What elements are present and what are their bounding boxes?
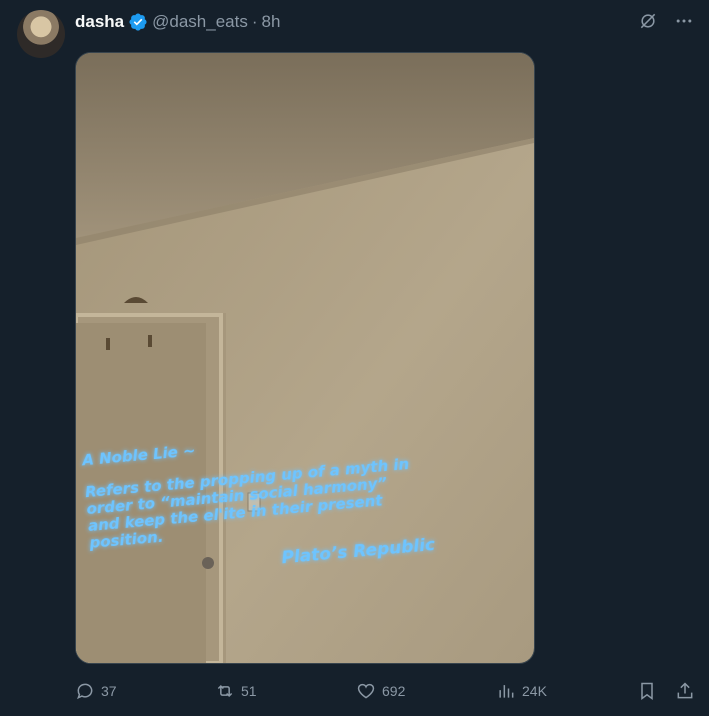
bookmark-button[interactable] [637,678,657,704]
more-icon[interactable] [673,10,695,32]
share-button[interactable] [675,678,695,704]
reply-icon [77,683,93,700]
heart-icon [357,683,375,699]
like-count: 692 [382,683,406,699]
views-button[interactable]: 24K [496,678,547,704]
repost-count: 51 [241,683,257,699]
view-count: 24K [522,683,547,699]
analytics-icon [499,685,514,698]
bookmark-icon [641,682,653,700]
verified-badge-icon[interactable] [128,12,148,32]
reply-count: 37 [101,683,117,699]
action-bar: 37 51 692 24K [75,678,697,704]
grok-icon[interactable] [637,10,659,32]
user-handle[interactable]: @dash_eats [152,12,248,32]
like-button[interactable]: 692 [356,678,405,704]
share-icon [677,682,693,699]
repost-icon [217,684,233,698]
reply-button[interactable]: 37 [75,678,117,704]
post-image[interactable]: A Noble Lie ~ Refers to the propping up … [75,52,535,664]
repost-button[interactable]: 51 [215,678,257,704]
post-time[interactable]: 8h [262,12,281,32]
separator-dot: · [251,12,258,31]
avatar[interactable] [17,10,65,58]
post-header: dasha @dash_eats · 8h [75,10,280,34]
display-name[interactable]: dasha [75,12,124,32]
